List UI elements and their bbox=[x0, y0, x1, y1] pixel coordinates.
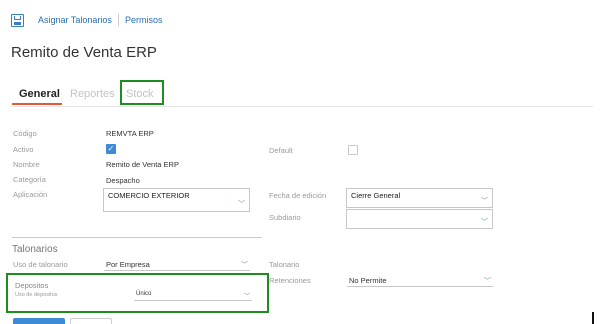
toolbar-divider bbox=[118, 14, 119, 26]
nombre-value: Remito de Venta ERP bbox=[106, 160, 179, 169]
talonarios-section-title: Talonarios bbox=[12, 244, 58, 255]
fecha-edicion-label: Fecha de edición bbox=[269, 191, 327, 200]
uso-talonario-value: Por Empresa bbox=[106, 260, 150, 269]
uso-talonario-label: Uso de talonario bbox=[13, 260, 68, 269]
aplicacion-label: Aplicación bbox=[13, 190, 48, 199]
uso-depositos-label: Uso de depositos bbox=[15, 292, 58, 298]
chevron-down-icon: ﹀ bbox=[481, 198, 488, 205]
codigo-value: REMVTA ERP bbox=[106, 129, 154, 138]
assign-talonarios-link[interactable]: Asignar Talonarios bbox=[38, 15, 112, 25]
activo-label: Activo bbox=[13, 145, 34, 154]
categoria-value: Despacho bbox=[106, 176, 140, 185]
save-icon[interactable] bbox=[11, 14, 24, 27]
chevron-down-icon: ﹀ bbox=[481, 219, 488, 226]
section-divider bbox=[12, 237, 262, 238]
tab-stock[interactable]: Stock bbox=[126, 88, 154, 100]
fecha-edicion-value: Cierre General bbox=[351, 191, 401, 200]
chevron-down-icon: ﹀ bbox=[484, 278, 491, 285]
uso-talonario-select[interactable]: Por Empresa ﹀ bbox=[104, 257, 250, 271]
activo-checkbox[interactable]: ✓ bbox=[106, 144, 116, 154]
text-cursor bbox=[592, 312, 594, 324]
fecha-edicion-select[interactable]: Cierre General ﹀ bbox=[346, 188, 493, 208]
tab-general[interactable]: General bbox=[19, 88, 60, 100]
depositos-title: Depositos bbox=[15, 281, 49, 290]
codigo-label: Código bbox=[13, 129, 37, 138]
chevron-down-icon: ﹀ bbox=[241, 262, 248, 269]
tabs-divider bbox=[11, 106, 593, 107]
chevron-down-icon: ﹀ bbox=[238, 201, 245, 208]
page-title: Remito de Venta ERP bbox=[11, 44, 157, 61]
default-label: Default bbox=[269, 146, 293, 155]
uso-depositos-select[interactable]: Único ﹀ bbox=[134, 290, 252, 301]
nombre-label: Nombre bbox=[13, 160, 40, 169]
permissions-link[interactable]: Permisos bbox=[125, 15, 163, 25]
active-tab-indicator bbox=[12, 103, 62, 105]
talonario-label: Talonario bbox=[269, 260, 300, 269]
subdiario-select[interactable]: ﹀ bbox=[346, 209, 493, 229]
subdiario-label: Subdiario bbox=[269, 213, 301, 222]
aplicacion-select[interactable]: COMERCIO EXTERIOR ﹀ bbox=[103, 188, 250, 212]
secondary-button[interactable] bbox=[70, 318, 112, 324]
categoria-label: Categoría bbox=[13, 175, 46, 184]
retenciones-value: No Permite bbox=[349, 276, 387, 285]
retenciones-label: Retenciones bbox=[269, 276, 311, 285]
primary-button[interactable] bbox=[13, 318, 65, 324]
retenciones-select[interactable]: No Permite ﹀ bbox=[347, 272, 493, 287]
aplicacion-value: COMERCIO EXTERIOR bbox=[108, 191, 190, 200]
tab-reportes[interactable]: Reportes bbox=[70, 88, 115, 100]
chevron-down-icon: ﹀ bbox=[243, 294, 250, 300]
uso-depositos-value: Único bbox=[136, 291, 152, 297]
default-checkbox[interactable] bbox=[348, 145, 358, 155]
